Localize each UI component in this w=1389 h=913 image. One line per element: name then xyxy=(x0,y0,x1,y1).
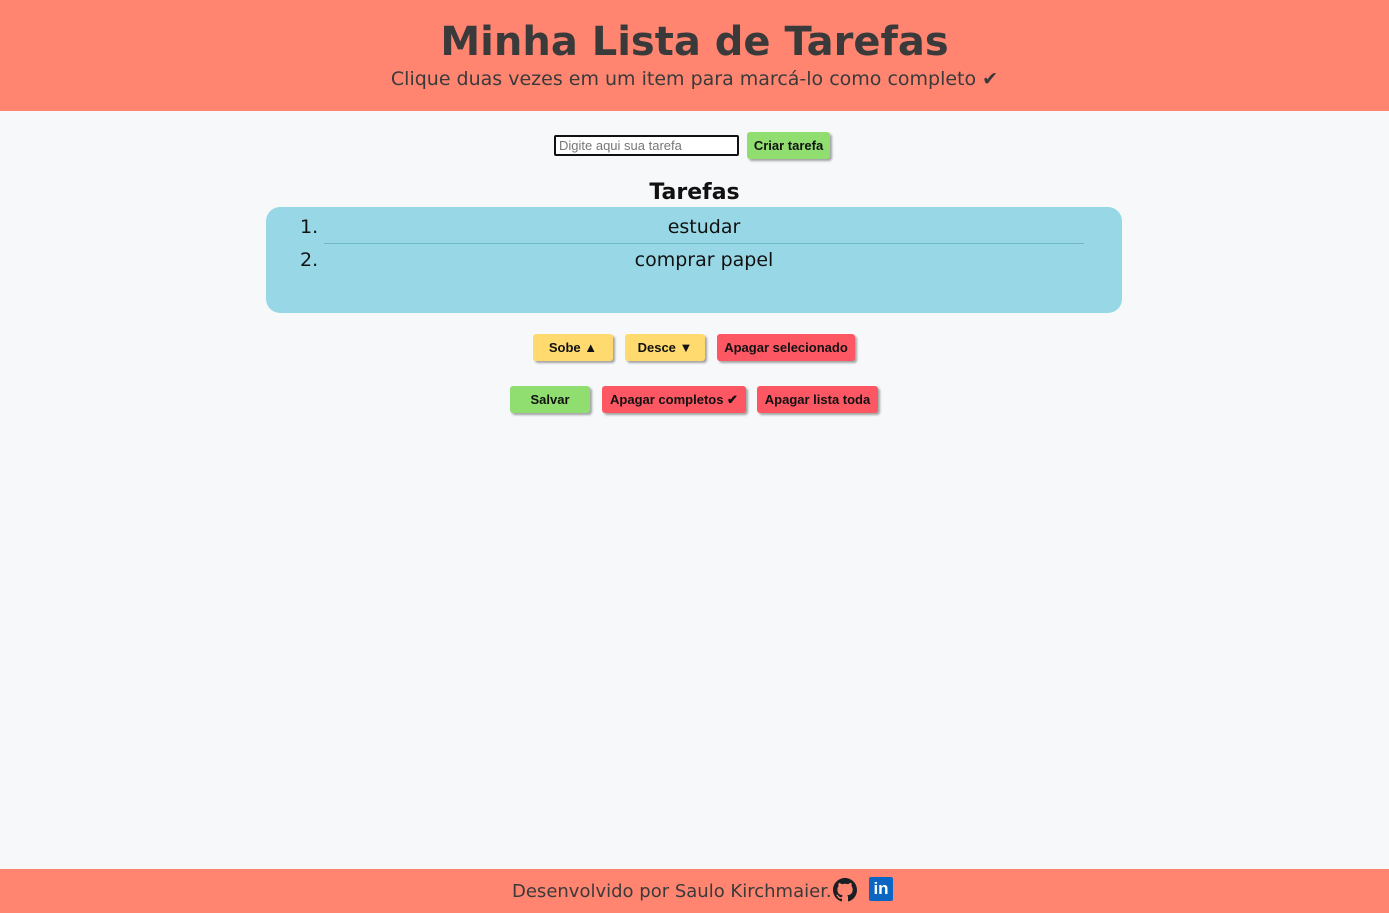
list-item-label: comprar papel xyxy=(634,249,774,271)
delete-all-button[interactable]: Apagar lista toda xyxy=(757,386,878,413)
task-list: 1. estudar 2. comprar papel xyxy=(266,207,1122,313)
page-footer: Desenvolvido por Saulo Kirchmaier. in xyxy=(0,869,1389,913)
delete-selected-button[interactable]: Apagar selecionado xyxy=(717,334,855,361)
github-icon[interactable] xyxy=(833,878,857,902)
delete-completed-button[interactable]: Apagar completos ✔ xyxy=(602,386,746,413)
save-button[interactable]: Salvar xyxy=(510,386,590,413)
linkedin-icon[interactable]: in xyxy=(869,877,893,901)
create-task-button[interactable]: Criar tarefa xyxy=(747,132,830,159)
page-subtitle: Clique duas vezes em um item para marcá-… xyxy=(390,68,999,90)
page-header: Minha Lista de Tarefas Clique duas vezes… xyxy=(0,0,1389,111)
task-input[interactable] xyxy=(554,135,739,156)
list-item-number: 2. xyxy=(300,249,319,271)
move-up-button[interactable]: Sobe ▲ xyxy=(533,334,613,361)
list-item[interactable]: 2. comprar papel xyxy=(300,244,1084,277)
footer-credit: Desenvolvido por Saulo Kirchmaier. xyxy=(512,881,832,902)
create-task-row: Criar tarefa xyxy=(0,131,1389,161)
linkedin-icon-text: in xyxy=(873,879,889,898)
page-title: Minha Lista de Tarefas xyxy=(440,19,949,65)
list-item[interactable]: 1. estudar xyxy=(300,211,1084,244)
list-item-label: estudar xyxy=(667,216,741,238)
list-item-number: 1. xyxy=(300,216,319,238)
tasks-heading: Tarefas xyxy=(649,180,740,205)
move-down-button[interactable]: Desce ▼ xyxy=(625,334,705,361)
